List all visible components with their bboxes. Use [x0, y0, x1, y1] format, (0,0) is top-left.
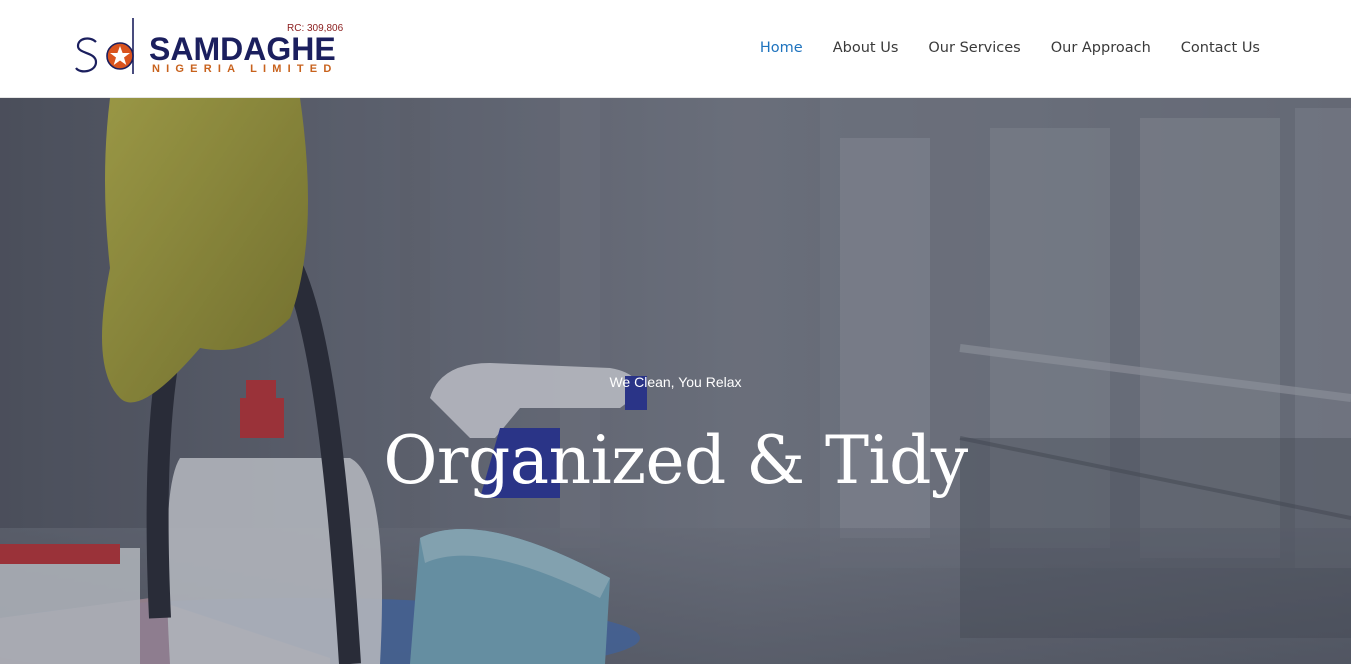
nav-item-contact-us[interactable]: Contact Us: [1181, 38, 1260, 58]
main-navigation: Home About Us Our Services Our Approach …: [760, 38, 1260, 58]
logo-sd-star-icon: [75, 18, 134, 74]
nav-item-about-us[interactable]: About Us: [833, 38, 899, 58]
site-header: RC: 309,806 SAMDAGHE NIGERIA LIMITED Hom…: [0, 0, 1351, 98]
hero-tagline: We Clean, You Relax: [609, 374, 742, 390]
nav-item-home[interactable]: Home: [760, 38, 803, 58]
hero-banner: We Clean, You Relax Organized & Tidy: [0, 98, 1351, 664]
logo-company-name: SAMDAGHE: [149, 31, 336, 67]
hero-title: Organized & Tidy: [383, 422, 968, 499]
site-logo[interactable]: RC: 309,806 SAMDAGHE NIGERIA LIMITED: [74, 16, 350, 78]
nav-item-our-services[interactable]: Our Services: [928, 38, 1020, 58]
logo-company-subtitle: NIGERIA LIMITED: [152, 63, 338, 75]
nav-item-our-approach[interactable]: Our Approach: [1051, 38, 1151, 58]
